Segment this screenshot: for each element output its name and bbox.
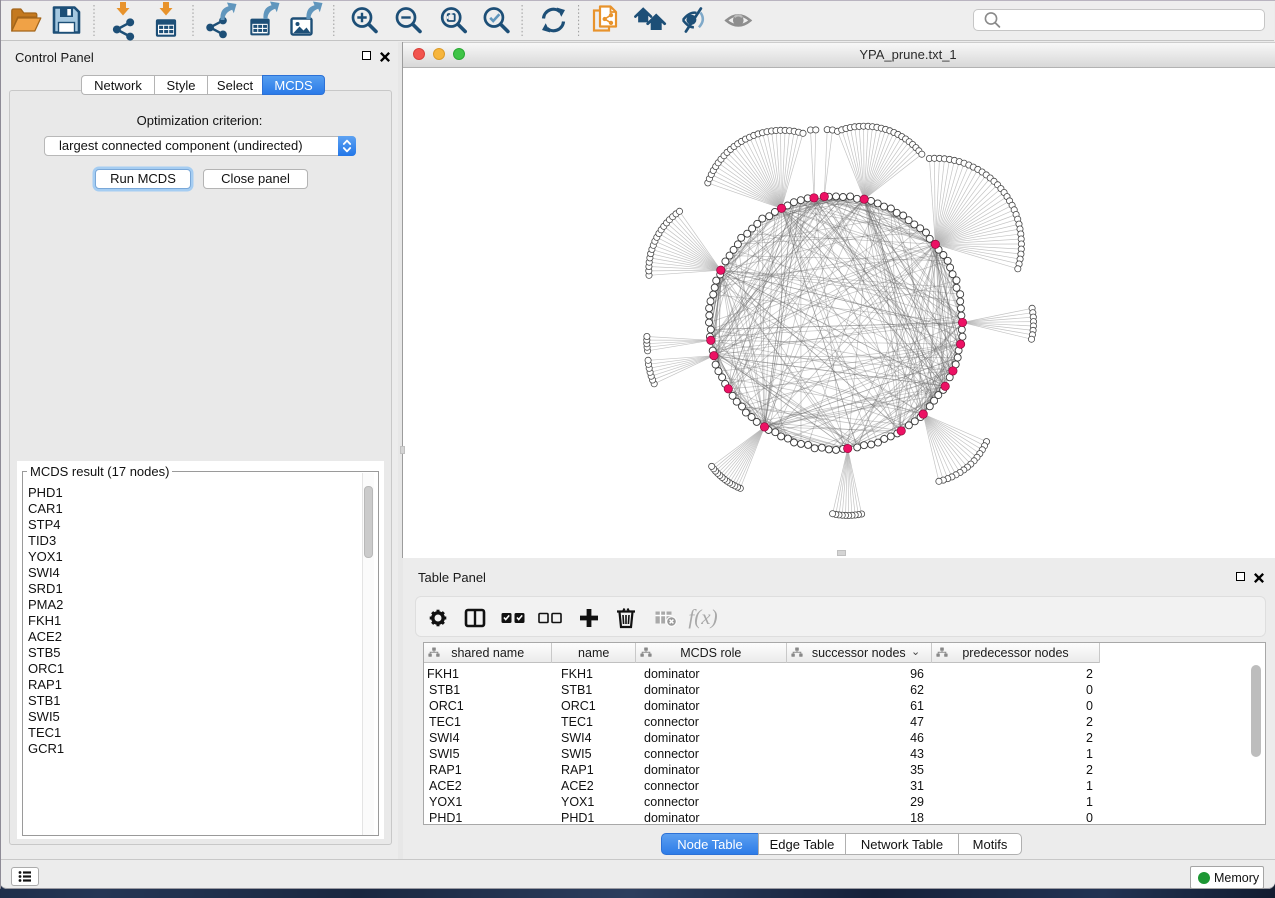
svg-text:f(x): f(x) bbox=[688, 605, 717, 629]
